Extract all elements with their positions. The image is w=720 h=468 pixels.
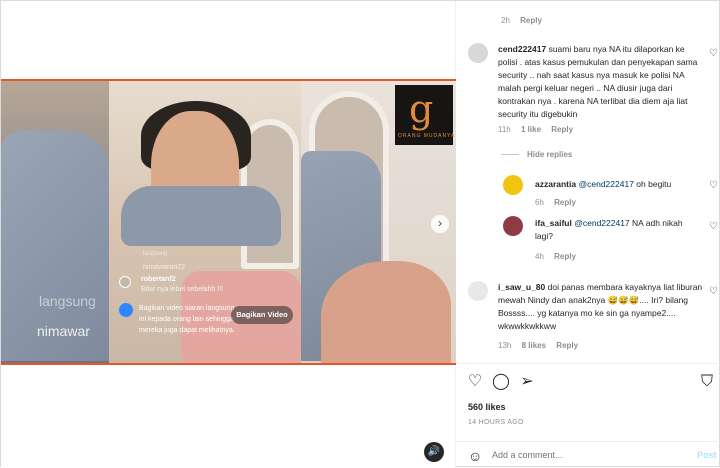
avatar (119, 276, 131, 288)
brand-logo-text: ORANG MUDANYA (398, 133, 456, 139)
heart-icon[interactable]: ♡ (709, 180, 718, 191)
small-watermark-label: langsung (143, 251, 168, 257)
comment-meta: 6h Reply (535, 198, 576, 207)
comment-time: 11h (498, 125, 511, 134)
reply-button[interactable]: Reply (520, 16, 542, 25)
mention-link[interactable]: @cend222417 (578, 179, 633, 189)
reply-button[interactable]: Reply (554, 198, 576, 207)
comment-likes[interactable]: 8 likes (522, 341, 546, 350)
leg (321, 261, 451, 363)
comment-username[interactable]: azzarantia (535, 179, 576, 189)
small-watermark-handle: nimawaron22 (143, 264, 186, 271)
reply-button[interactable]: Reply (556, 341, 578, 350)
post-button[interactable]: Post (697, 450, 717, 460)
avatar[interactable] (468, 281, 488, 301)
heart-icon[interactable]: ♡ (709, 286, 718, 297)
live-comment-message: Bibir nya lebel sebelahh !!! (141, 286, 224, 293)
send-icon[interactable]: ➢ (518, 373, 536, 391)
hide-replies-button[interactable]: Hide replies (501, 150, 572, 159)
reply-button[interactable]: Reply (551, 125, 573, 134)
comment-input[interactable] (492, 450, 662, 460)
smiley-icon[interactable]: ☺ (468, 448, 482, 464)
comment-username[interactable]: cend222417 (498, 44, 546, 54)
divider (501, 154, 519, 156)
action-bar: ♡ ◯ ➢ ⛉ 560 likes 14 HOURS AGO (456, 363, 720, 441)
share-info-text: Bagikan video siaran langsung ini kepada… (139, 305, 235, 334)
post-media: g ORANG MUDANYA langsung nimawar langsun… (1, 1, 456, 468)
comment-body: suami baru nya NA itu dilaporkan ke poli… (498, 44, 698, 119)
comment-icon[interactable]: ◯ (492, 373, 510, 391)
avatar[interactable] (468, 43, 488, 63)
comment-meta: 2h Reply (501, 16, 542, 25)
heart-icon[interactable]: ♡ (709, 48, 718, 59)
post-time: 14 HOURS AGO (468, 419, 524, 426)
comment-time: 2h (501, 16, 510, 25)
comment-username[interactable]: ifa_saiful (535, 218, 572, 228)
heart-icon[interactable]: ♡ (466, 373, 484, 391)
speaker-icon[interactable]: 🔊 (424, 442, 444, 462)
post-frame: g ORANG MUDANYA langsung nimawar langsun… (0, 0, 720, 468)
mention-link[interactable]: @cend222417 (574, 218, 629, 228)
comment-text: ifa_saiful @cend222417 NA adh nikah lagi… (535, 217, 700, 243)
watermark-handle: nimawar (37, 323, 90, 339)
share-info-icon (119, 303, 133, 317)
watermark-langsung: langsung (39, 293, 96, 309)
likes-count[interactable]: 560 likes (468, 402, 506, 412)
comment-text: cend222417 suami baru nya NA itu dilapor… (498, 43, 706, 121)
comments-panel: 2h Reply cend222417 suami baru nya NA it… (456, 1, 720, 468)
live-comment-user: robertanf2 (141, 276, 176, 283)
comment-time: 6h (535, 198, 544, 207)
comment-time: 13h (498, 341, 512, 350)
chevron-right-icon[interactable]: › (431, 215, 449, 233)
comment-meta: 13h 8 likes Reply (498, 341, 578, 350)
comment-body: oh begitu (636, 179, 672, 189)
comment-meta: 11h 1 like Reply (498, 125, 573, 134)
comment-text: azzarantia @cend222417 oh begitu (535, 178, 705, 191)
add-comment-bar: ☺ Post (456, 441, 720, 468)
brand-logo: g ORANG MUDANYA (395, 85, 456, 145)
bookmark-icon[interactable]: ⛉ (698, 373, 716, 391)
comment-likes[interactable]: 1 like (521, 125, 541, 134)
comment-text: i_saw_u_80 doi panas membara kayaknya li… (498, 281, 703, 333)
reply-button[interactable]: Reply (554, 252, 576, 261)
comment-username[interactable]: i_saw_u_80 (498, 282, 545, 292)
towel (121, 186, 281, 246)
heart-icon[interactable]: ♡ (709, 221, 718, 232)
hide-replies-label: Hide replies (527, 150, 573, 159)
avatar[interactable] (503, 216, 523, 236)
avatar[interactable] (503, 175, 523, 195)
live-video-still[interactable]: g ORANG MUDANYA langsung nimawar langsun… (1, 79, 456, 365)
comment-time: 4h (535, 252, 544, 261)
share-video-button[interactable]: Bagikan Video (231, 306, 293, 324)
comment-meta: 4h Reply (535, 252, 576, 261)
